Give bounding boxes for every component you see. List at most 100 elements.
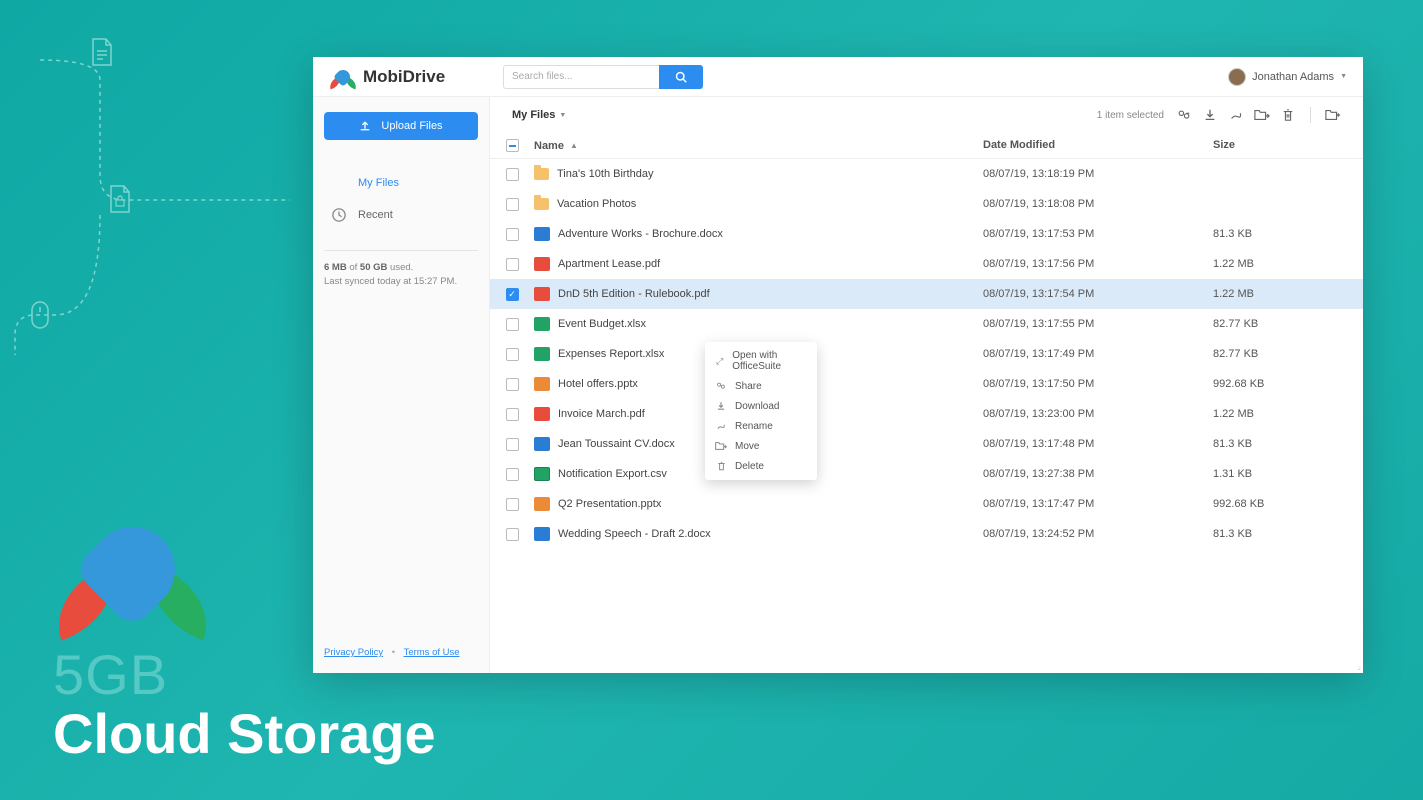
- file-size: 82.77 KB: [1213, 348, 1363, 360]
- open-icon: ⤢: [715, 355, 724, 367]
- column-date[interactable]: Date Modified: [983, 139, 1213, 152]
- table-row[interactable]: Invoice March.pdf08/07/19, 13:23:00 PM1.…: [490, 399, 1363, 429]
- row-checkbox[interactable]: [506, 258, 519, 271]
- chevron-down-icon: ▼: [559, 112, 566, 119]
- sidebar-item-recent[interactable]: Recent: [324, 202, 478, 228]
- share-icon[interactable]: [1176, 107, 1192, 123]
- table-row[interactable]: Notification Export.csv08/07/19, 13:27:3…: [490, 459, 1363, 489]
- footer-links: Privacy Policy • Terms of Use: [324, 647, 478, 658]
- table-row[interactable]: DnD 5th Edition - Rulebook.pdf08/07/19, …: [490, 279, 1363, 309]
- file-type-icon: [534, 377, 550, 391]
- sort-asc-icon: ▲: [570, 141, 578, 150]
- share-icon: [715, 380, 727, 392]
- row-checkbox[interactable]: [506, 468, 519, 481]
- rename-icon: [715, 420, 727, 432]
- row-checkbox[interactable]: [506, 288, 519, 301]
- file-date: 08/07/19, 13:17:50 PM: [983, 378, 1213, 390]
- row-checkbox[interactable]: [506, 198, 519, 211]
- table-row[interactable]: Event Budget.xlsx08/07/19, 13:17:55 PM82…: [490, 309, 1363, 339]
- file-size: 81.3 KB: [1213, 528, 1363, 540]
- row-checkbox[interactable]: [506, 438, 519, 451]
- column-name[interactable]: Name▲: [534, 139, 983, 152]
- app-logo[interactable]: MobiDrive: [329, 66, 489, 88]
- search-input[interactable]: [503, 65, 659, 89]
- table-row[interactable]: Tina's 10th Birthday08/07/19, 13:18:19 P…: [490, 159, 1363, 189]
- user-menu[interactable]: Jonathan Adams ▼: [1228, 68, 1347, 86]
- ctx-download[interactable]: Download: [705, 396, 817, 416]
- table-row[interactable]: Vacation Photos08/07/19, 13:18:08 PM: [490, 189, 1363, 219]
- upload-button[interactable]: Upload Files: [324, 112, 478, 140]
- file-table: Name▲ Date Modified Size Tina's 10th Bir…: [490, 133, 1363, 673]
- terms-link[interactable]: Terms of Use: [404, 647, 460, 658]
- delete-icon[interactable]: [1280, 107, 1296, 123]
- breadcrumb[interactable]: My Files ▼: [512, 109, 566, 121]
- table-row[interactable]: Jean Toussaint CV.docx08/07/19, 13:17:48…: [490, 429, 1363, 459]
- download-icon: [715, 400, 727, 412]
- row-checkbox[interactable]: [506, 498, 519, 511]
- file-date: 08/07/19, 13:17:55 PM: [983, 318, 1213, 330]
- file-size: 1.22 MB: [1213, 258, 1363, 270]
- file-date: 08/07/19, 13:17:49 PM: [983, 348, 1213, 360]
- ctx-move[interactable]: Move: [705, 436, 817, 456]
- app-name: MobiDrive: [363, 67, 445, 87]
- file-size: 1.22 MB: [1213, 288, 1363, 300]
- sidebar: Upload Files My Files Recent: [313, 97, 490, 673]
- sidebar-item-label: My Files: [358, 177, 399, 189]
- file-type-icon: [534, 407, 550, 421]
- selection-count: 1 item selected: [1097, 110, 1164, 121]
- file-name: Invoice March.pdf: [558, 408, 645, 420]
- file-name: Apartment Lease.pdf: [558, 258, 660, 270]
- row-checkbox[interactable]: [506, 318, 519, 331]
- table-row[interactable]: Wedding Speech - Draft 2.docx08/07/19, 1…: [490, 519, 1363, 549]
- new-folder-icon[interactable]: [1325, 107, 1341, 123]
- file-type-icon: [534, 257, 550, 271]
- decorative-lock-icon: [108, 185, 132, 218]
- rename-icon[interactable]: [1228, 107, 1244, 123]
- table-header: Name▲ Date Modified Size: [490, 133, 1363, 159]
- ctx-rename[interactable]: Rename: [705, 416, 817, 436]
- file-date: 08/07/19, 13:18:08 PM: [983, 198, 1213, 210]
- logo-mark: [329, 66, 357, 88]
- sidebar-item-label: Recent: [358, 209, 393, 221]
- search-button[interactable]: [659, 65, 703, 89]
- ctx-delete[interactable]: Delete: [705, 456, 817, 476]
- row-checkbox[interactable]: [506, 168, 519, 181]
- sidebar-item-my-files[interactable]: My Files: [324, 170, 478, 196]
- ctx-share[interactable]: Share: [705, 376, 817, 396]
- table-row[interactable]: Q2 Presentation.pptx08/07/19, 13:17:47 P…: [490, 489, 1363, 519]
- table-row[interactable]: Apartment Lease.pdf08/07/19, 13:17:56 PM…: [490, 249, 1363, 279]
- column-size[interactable]: Size: [1213, 139, 1363, 152]
- file-name: Adventure Works - Brochure.docx: [558, 228, 723, 240]
- search-icon: [675, 71, 687, 83]
- file-type-icon: [534, 317, 550, 331]
- toolbar-actions: [1176, 107, 1341, 123]
- file-type-icon: [534, 497, 550, 511]
- row-checkbox[interactable]: [506, 408, 519, 421]
- table-row[interactable]: Expenses Report.xlsx 08/07/19, 13:17:49 P…: [490, 339, 1363, 369]
- file-size: 81.3 KB: [1213, 438, 1363, 450]
- row-checkbox[interactable]: [506, 378, 519, 391]
- privacy-link[interactable]: Privacy Policy: [324, 647, 383, 658]
- ctx-open[interactable]: ⤢Open with OfficeSuite: [705, 346, 817, 376]
- table-row[interactable]: Adventure Works - Brochure.docx08/07/19,…: [490, 219, 1363, 249]
- file-name: Tina's 10th Birthday: [557, 168, 653, 180]
- file-type-icon: [534, 287, 550, 301]
- decorative-file-icon: [90, 38, 114, 71]
- file-type-icon: [534, 347, 550, 361]
- row-checkbox[interactable]: [506, 228, 519, 241]
- download-icon[interactable]: [1202, 107, 1218, 123]
- upload-icon: [359, 120, 371, 132]
- file-date: 08/07/19, 13:17:54 PM: [983, 288, 1213, 300]
- header: MobiDrive Jonathan Adams ▼: [313, 57, 1363, 97]
- row-checkbox[interactable]: [506, 348, 519, 361]
- file-type-icon: [534, 527, 550, 541]
- upload-label: Upload Files: [381, 120, 442, 132]
- table-row[interactable]: Hotel offers.pptx08/07/19, 13:17:50 PM99…: [490, 369, 1363, 399]
- file-type-icon: [534, 168, 549, 180]
- select-all-checkbox[interactable]: [506, 139, 519, 152]
- file-name: Expenses Report.xlsx: [558, 348, 664, 360]
- move-icon[interactable]: [1254, 107, 1270, 123]
- file-type-icon: [534, 437, 550, 451]
- row-checkbox[interactable]: [506, 528, 519, 541]
- file-date: 08/07/19, 13:17:48 PM: [983, 438, 1213, 450]
